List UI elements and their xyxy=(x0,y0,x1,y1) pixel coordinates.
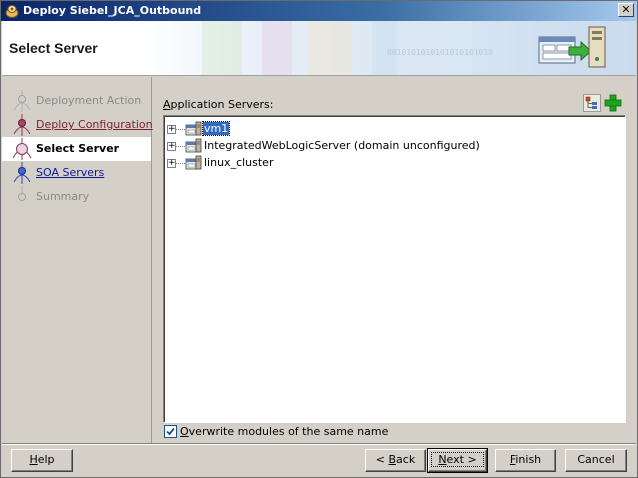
step-node-icon xyxy=(11,90,33,112)
window-title: Deploy Siebel_JCA_Outbound xyxy=(23,4,202,17)
application-server-icon xyxy=(185,138,202,154)
mnemonic: H xyxy=(29,453,38,466)
overwrite-modules-checkbox[interactable] xyxy=(164,425,177,438)
tree-node-label[interactable]: linux_cluster xyxy=(203,156,274,169)
step-node-icon xyxy=(11,186,33,208)
mnemonic: B xyxy=(388,453,397,466)
step-node-icon xyxy=(11,162,33,184)
expand-icon[interactable]: + xyxy=(167,142,176,151)
finish-button[interactable]: Finish xyxy=(495,449,556,472)
step-summary: Summary xyxy=(2,185,151,209)
title-bar: Deploy Siebel_JCA_Outbound ✕ xyxy=(1,1,637,21)
step-select-server[interactable]: Select Server xyxy=(2,137,151,161)
footer-divider xyxy=(2,443,636,445)
server-tree-icon[interactable] xyxy=(583,94,601,112)
wizard-steps: Deployment Action Deploy Configuration S… xyxy=(2,77,153,443)
deploy-to-server-icon xyxy=(535,25,609,71)
checkmark-icon xyxy=(166,427,175,436)
help-button[interactable]: Help xyxy=(11,449,73,472)
application-servers-tree[interactable]: + vm1 + IntegratedWebLogicServer (domain… xyxy=(163,115,626,423)
focus-ring: Next > xyxy=(431,452,484,467)
step-soa-servers[interactable]: SOA Servers xyxy=(2,161,151,185)
application-servers-label: Application Servers: xyxy=(163,98,274,111)
back-button[interactable]: < Back xyxy=(365,449,426,472)
page-title: Select Server xyxy=(9,40,98,56)
cancel-button[interactable]: Cancel xyxy=(565,449,627,472)
step-label: Deployment Action xyxy=(36,94,142,107)
mnemonic: N xyxy=(438,453,447,466)
tree-node-linux-cluster[interactable]: + linux_cluster xyxy=(164,155,624,172)
deploy-dialog: Deploy Siebel_JCA_Outbound ✕ 00101010101… xyxy=(0,0,638,478)
next-button[interactable]: Next > xyxy=(427,448,488,473)
close-button[interactable]: ✕ xyxy=(618,3,634,17)
tree-node-label[interactable]: vm1 xyxy=(201,121,231,136)
wizard-header: 0010101010101010101010 Select Server xyxy=(2,21,636,76)
expand-icon[interactable]: + xyxy=(167,125,176,134)
step-label: Select Server xyxy=(36,142,120,155)
application-server-icon xyxy=(185,155,202,171)
step-deployment-action: Deployment Action xyxy=(2,89,151,113)
step-label[interactable]: SOA Servers xyxy=(36,166,104,179)
step-deploy-configuration[interactable]: Deploy Configuration xyxy=(2,113,153,137)
add-icon[interactable] xyxy=(604,94,622,112)
mnemonic: A xyxy=(163,98,171,111)
expand-icon[interactable]: + xyxy=(167,159,176,168)
tree-node-vm1[interactable]: + vm1 xyxy=(164,121,624,138)
overwrite-modules-label[interactable]: Overwrite modules of the same name xyxy=(180,425,388,438)
step-label[interactable]: Deploy Configuration xyxy=(36,118,153,131)
step-node-icon xyxy=(11,138,33,160)
tree-node-label[interactable]: IntegratedWebLogicServer (domain unconfi… xyxy=(203,139,481,152)
step-node-icon xyxy=(11,114,33,136)
tree-connector xyxy=(176,146,185,147)
main-content: Application Servers: + vm1 + IntegratedW… xyxy=(153,77,635,443)
mnemonic: O xyxy=(180,425,189,438)
tree-connector xyxy=(176,163,185,164)
tree-node-integrated-weblogic-server[interactable]: + IntegratedWebLogicServer (domain uncon… xyxy=(164,138,624,155)
tree-connector xyxy=(176,129,185,130)
application-server-icon xyxy=(185,121,202,137)
banner-binary-text: 0010101010101010101010 xyxy=(387,48,493,57)
close-icon: ✕ xyxy=(621,3,631,16)
oracle-jdeveloper-icon xyxy=(4,3,20,19)
step-label: Summary xyxy=(36,190,90,203)
